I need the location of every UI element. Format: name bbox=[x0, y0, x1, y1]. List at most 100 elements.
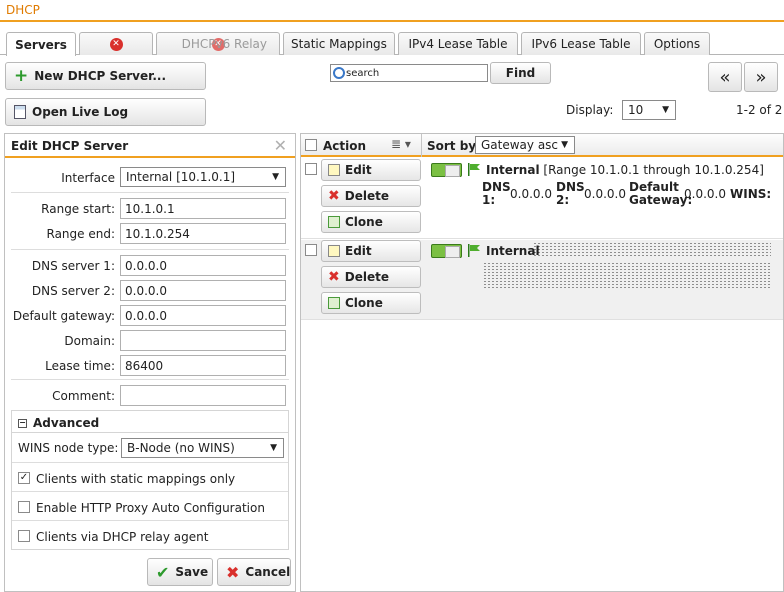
dns-server-1-input[interactable]: 0.0.0.0 bbox=[120, 255, 286, 276]
dns-server-2-label: DNS server 2: bbox=[31, 284, 115, 298]
select-all-checkbox[interactable] bbox=[305, 139, 317, 151]
check-icon: ✔ bbox=[156, 562, 170, 582]
flag-icon bbox=[468, 163, 480, 176]
server-title: Internal bbox=[486, 244, 540, 258]
enabled-toggle[interactable] bbox=[431, 163, 462, 177]
gateway-value: 0.0.0.0 bbox=[684, 187, 726, 201]
tab-static-mappings[interactable]: Static Mappings bbox=[283, 32, 395, 55]
static-mappings-only-label: Clients with static mappings only bbox=[36, 472, 236, 486]
http-proxy-auto-config-checkbox[interactable] bbox=[18, 501, 30, 513]
table-row: Edit ✖ Delete Clone Internal [Range 10.1.… bbox=[301, 159, 783, 239]
enabled-toggle[interactable] bbox=[431, 244, 462, 258]
dns2-label: DNS 2: bbox=[556, 180, 585, 207]
clone-icon bbox=[328, 297, 340, 309]
range-end-label: Range end: bbox=[46, 227, 116, 241]
row-checkbox[interactable] bbox=[305, 244, 317, 256]
server-title: Internal [Range 10.1.0.1 through 10.1.0.… bbox=[486, 163, 764, 177]
domain-label: Domain: bbox=[64, 334, 115, 348]
app-title: DHCP bbox=[6, 3, 40, 17]
log-icon bbox=[14, 105, 26, 119]
advanced-section: − Advanced WINS node type: B-Node (no WI… bbox=[11, 410, 289, 550]
close-icon: ✖ bbox=[226, 562, 240, 582]
tab-relay[interactable]: ✕Relay bbox=[79, 32, 190, 55]
range-start-label: Range start: bbox=[41, 202, 115, 216]
title-divider bbox=[0, 20, 784, 22]
new-dhcp-server-button[interactable]: + New DHCP Server... bbox=[5, 62, 206, 90]
dns-server-1-label: DNS server 1: bbox=[31, 259, 115, 273]
delete-button[interactable]: ✖ Delete bbox=[321, 185, 421, 207]
dns1-label: DNS 1: bbox=[482, 180, 511, 207]
dhcp-relay-agent-checkbox[interactable] bbox=[18, 530, 30, 542]
edit-icon bbox=[328, 245, 340, 257]
row-checkbox[interactable] bbox=[305, 163, 317, 175]
http-proxy-auto-config-label: Enable HTTP Proxy Auto Configuration bbox=[36, 501, 265, 515]
cancel-button[interactable]: ✖ Cancel bbox=[217, 558, 291, 586]
default-gateway-label: Default gateway: bbox=[12, 309, 115, 323]
close-icon[interactable]: ✕ bbox=[274, 136, 287, 155]
sort-by-select[interactable]: Gateway asc ▼ bbox=[475, 136, 575, 154]
range-start-input[interactable]: 10.1.0.1 bbox=[120, 198, 286, 219]
clone-button[interactable]: Clone bbox=[321, 211, 421, 233]
wins-label: WINS: bbox=[730, 187, 772, 201]
dns-server-2-input[interactable]: 0.0.0.0 bbox=[120, 280, 286, 301]
open-live-log-button[interactable]: Open Live Log bbox=[5, 98, 206, 126]
next-page-button[interactable]: » bbox=[744, 62, 778, 92]
tab-servers[interactable]: Servers bbox=[6, 32, 76, 56]
interface-label: Interface bbox=[61, 171, 115, 185]
edit-button[interactable]: Edit bbox=[321, 159, 421, 181]
lease-time-input[interactable]: 86400 bbox=[120, 355, 286, 376]
tab-options[interactable]: Options bbox=[644, 32, 710, 55]
range-end-input[interactable]: 10.1.0.254 bbox=[120, 223, 286, 244]
delete-button[interactable]: ✖ Delete bbox=[321, 266, 421, 288]
chevron-down-icon: ▼ bbox=[662, 105, 669, 115]
delete-icon: ✖ bbox=[328, 188, 340, 204]
comment-input[interactable] bbox=[120, 385, 286, 406]
search-input[interactable]: search bbox=[330, 64, 488, 82]
search-icon bbox=[333, 67, 345, 79]
tab-dhcpv6-relay[interactable]: ✕ DHCPv6 Relay bbox=[156, 32, 280, 55]
redacted-text bbox=[483, 262, 771, 288]
edit-button[interactable]: Edit bbox=[321, 240, 421, 262]
panel-header: Edit DHCP Server ✕ bbox=[5, 134, 295, 158]
comment-label: Comment: bbox=[52, 389, 115, 403]
sort-by-label: Sort by: bbox=[427, 139, 481, 153]
server-list: Action ≣ ▾ Sort by: Gateway asc ▼ Edit ✖ D… bbox=[300, 133, 784, 592]
tab-ipv6-lease-table[interactable]: IPv6 Lease Table bbox=[521, 32, 641, 55]
column-menu-icon[interactable]: ≣ ▾ bbox=[391, 137, 411, 151]
lease-time-label: Lease time: bbox=[45, 359, 115, 373]
domain-input[interactable] bbox=[120, 330, 286, 351]
gateway-label: Default Gateway: bbox=[629, 180, 693, 207]
divider bbox=[421, 134, 422, 157]
delete-icon: ✖ bbox=[328, 269, 340, 285]
display-count-select[interactable]: 10 ▼ bbox=[622, 100, 676, 120]
divider bbox=[11, 192, 289, 193]
list-header: Action ≣ ▾ Sort by: Gateway asc ▼ bbox=[301, 134, 783, 157]
page-count: 1-2 of 2 bbox=[736, 103, 783, 117]
collapse-icon: − bbox=[18, 417, 27, 428]
flag-icon bbox=[468, 244, 480, 257]
dhcp-relay-agent-label: Clients via DHCP relay agent bbox=[36, 530, 209, 544]
chevron-down-icon: ▼ bbox=[272, 172, 279, 182]
previous-page-button[interactable]: « bbox=[708, 62, 742, 92]
table-row: Edit ✖ Delete Clone Internal bbox=[301, 240, 783, 320]
divider bbox=[12, 520, 288, 521]
dns2-value: 0.0.0.0 bbox=[584, 187, 626, 201]
tab-bar: Servers ✕Relay ✕DHCPv6 Relay Static Mapp… bbox=[0, 32, 784, 56]
edit-dhcp-server-panel: Edit DHCP Server ✕ Interface Internal [1… bbox=[4, 133, 296, 592]
chevron-down-icon: ▼ bbox=[270, 443, 277, 453]
tab-ipv4-lease-table[interactable]: IPv4 Lease Table bbox=[398, 32, 518, 55]
divider bbox=[11, 379, 289, 380]
advanced-header[interactable]: − Advanced bbox=[12, 411, 288, 433]
save-button[interactable]: ✔ Save bbox=[147, 558, 213, 586]
redacted-text bbox=[533, 242, 771, 258]
plus-icon: + bbox=[14, 65, 29, 86]
divider bbox=[12, 491, 288, 492]
find-button[interactable]: Find bbox=[490, 62, 551, 84]
wins-node-type-label: WINS node type: bbox=[18, 441, 119, 455]
interface-select[interactable]: Internal [10.1.0.1] ▼ bbox=[120, 167, 286, 187]
divider bbox=[11, 249, 289, 250]
clone-button[interactable]: Clone bbox=[321, 292, 421, 314]
default-gateway-input[interactable]: 0.0.0.0 bbox=[120, 305, 286, 326]
wins-node-type-select[interactable]: B-Node (no WINS) ▼ bbox=[121, 438, 284, 458]
static-mappings-only-checkbox[interactable]: ✓ bbox=[18, 472, 30, 484]
